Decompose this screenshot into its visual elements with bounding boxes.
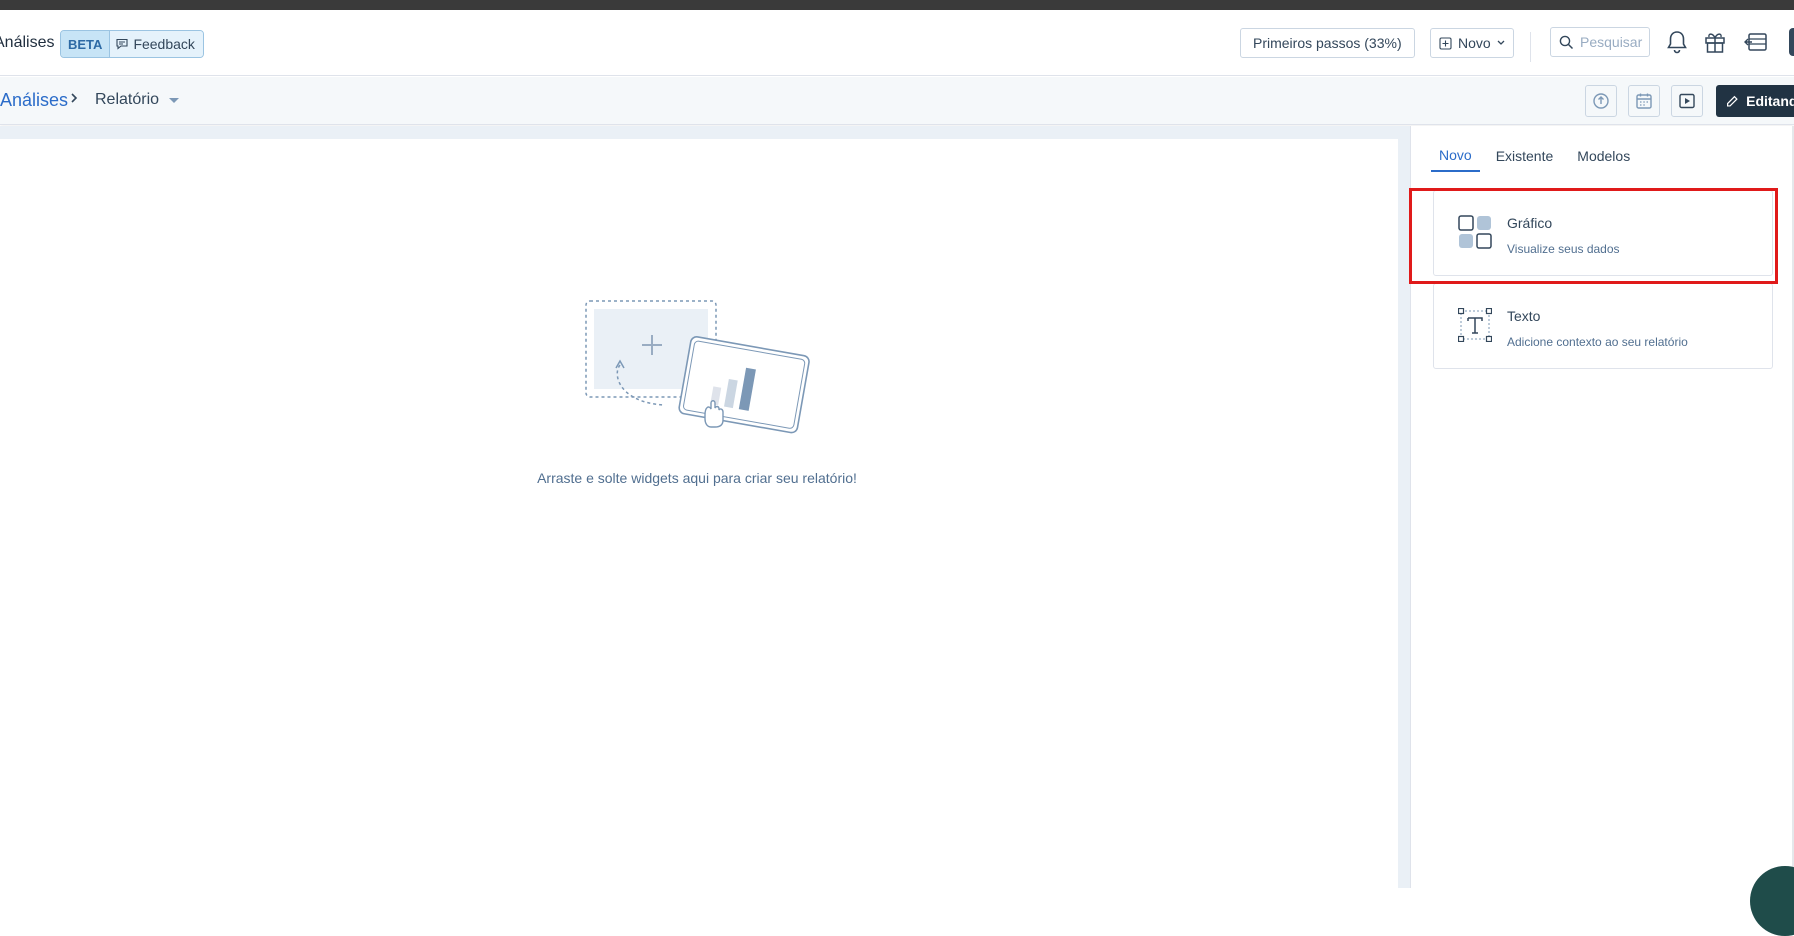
feedback-button[interactable]: Feedback bbox=[109, 31, 203, 57]
empty-report-illustration-icon bbox=[585, 300, 810, 434]
pencil-icon bbox=[1727, 95, 1738, 107]
getting-started-label: Primeiros passos (33%) bbox=[1253, 35, 1402, 51]
avatar[interactable] bbox=[1789, 28, 1794, 56]
search-icon bbox=[1559, 35, 1574, 49]
text-widget-icon bbox=[1458, 308, 1492, 342]
tab-templates[interactable]: Modelos bbox=[1569, 140, 1638, 172]
plus-square-icon bbox=[1439, 36, 1452, 50]
export-icon bbox=[1593, 93, 1609, 109]
text-widget-description: Adicione contexto ao seu relatório bbox=[1507, 335, 1688, 349]
highlight-annotation bbox=[1409, 188, 1778, 284]
caret-down-icon bbox=[169, 97, 180, 103]
empty-canvas-message: Arraste e solte widgets aqui para criar … bbox=[537, 470, 857, 486]
notifications-bell-icon[interactable] bbox=[1664, 29, 1690, 55]
breadcrumb-current: Relatório bbox=[95, 91, 160, 108]
beta-badge: BETA bbox=[61, 31, 110, 57]
schedule-button[interactable] bbox=[1628, 85, 1660, 117]
present-button[interactable] bbox=[1671, 85, 1703, 117]
browser-top-strip bbox=[0, 0, 1794, 10]
report-canvas-dropzone[interactable]: Arraste e solte widgets aqui para criar … bbox=[0, 139, 1398, 888]
search-placeholder: Pesquisar bbox=[1580, 34, 1643, 50]
breadcrumb-separator-icon bbox=[70, 91, 78, 109]
search-input[interactable]: Pesquisar bbox=[1550, 27, 1650, 57]
gift-icon[interactable] bbox=[1702, 29, 1728, 55]
text-widget-card[interactable]: Texto Adicione contexto ao seu relatório bbox=[1433, 283, 1773, 369]
getting-started-button[interactable]: Primeiros passos (33%) bbox=[1240, 28, 1415, 58]
feedback-label: Feedback bbox=[133, 36, 195, 52]
text-widget-title: Texto bbox=[1507, 308, 1541, 324]
tab-new[interactable]: Novo bbox=[1431, 140, 1480, 172]
tab-existing[interactable]: Existente bbox=[1488, 140, 1562, 172]
breadcrumb-parent-link[interactable]: Análises bbox=[0, 90, 68, 111]
edit-mode-button[interactable]: Editando bbox=[1716, 85, 1794, 117]
comment-icon bbox=[116, 38, 128, 50]
calendar-icon bbox=[1636, 93, 1652, 109]
play-icon bbox=[1679, 93, 1695, 109]
report-name-dropdown[interactable]: Relatório bbox=[95, 91, 180, 109]
report-subheader: Análises Relatório Editando bbox=[0, 77, 1794, 125]
app-title: Análises bbox=[0, 34, 55, 51]
top-navigation: Análises BETA Feedback Primeiros passos … bbox=[0, 10, 1794, 76]
edit-mode-label: Editando bbox=[1746, 93, 1794, 109]
marketplace-icon[interactable] bbox=[1744, 29, 1770, 55]
nav-divider bbox=[1530, 32, 1531, 62]
new-button[interactable]: Novo bbox=[1430, 28, 1514, 58]
new-label: Novo bbox=[1458, 35, 1491, 51]
export-button[interactable] bbox=[1585, 85, 1617, 117]
beta-feedback-group: BETA Feedback bbox=[60, 30, 204, 58]
chevron-down-icon bbox=[1497, 40, 1505, 45]
widget-panel-tabs: Novo Existente Modelos bbox=[1431, 140, 1638, 172]
